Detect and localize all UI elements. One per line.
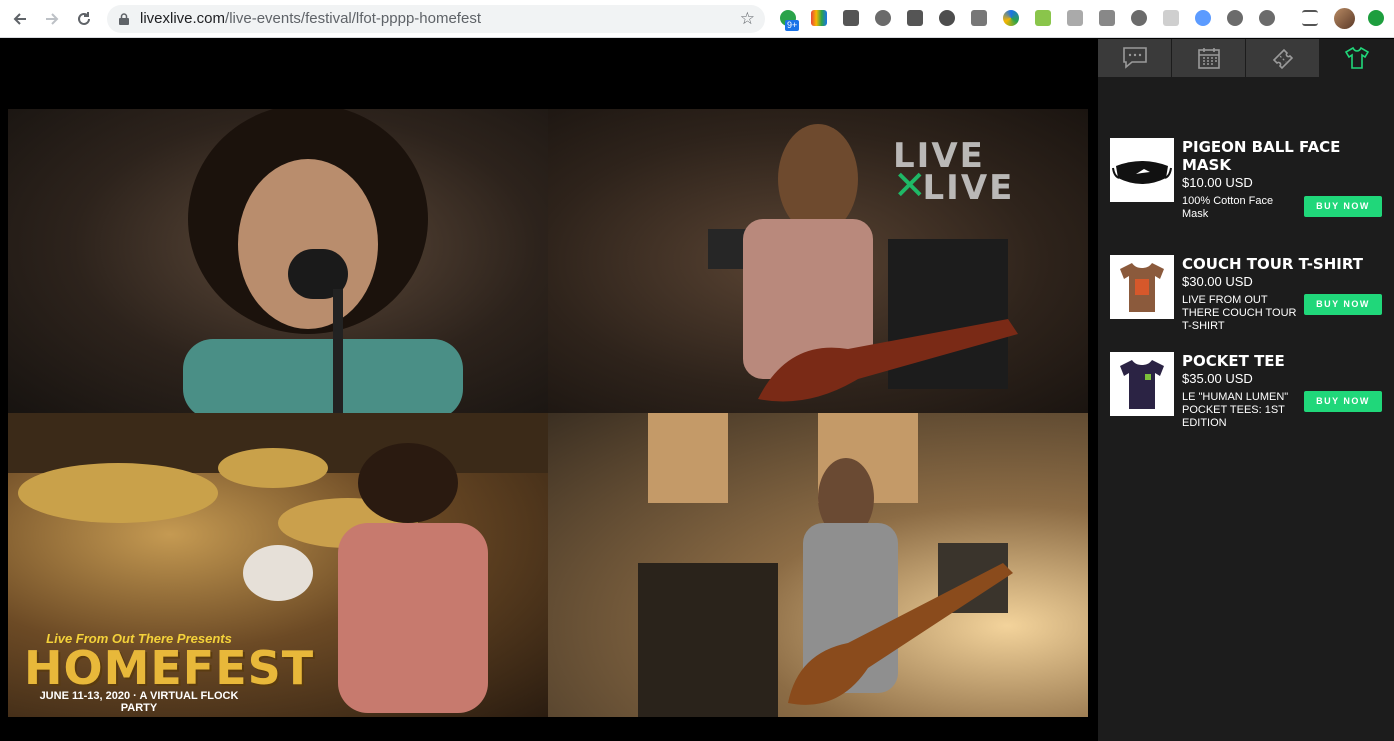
merch-description: LE "HUMAN LUMEN" POCKET TEES: 1ST EDITIO… [1182, 391, 1289, 429]
merch-price: $30.00 USD [1182, 274, 1253, 289]
homefest-subtitle: JUNE 11-13, 2020 · A VIRTUAL FLOCK PARTY [39, 690, 239, 714]
merch-title: POCKET TEE [1182, 352, 1285, 370]
forward-arrow-icon[interactable] [40, 7, 64, 31]
lock-icon [119, 13, 129, 25]
bookmark-star-icon[interactable]: ☆ [740, 9, 755, 29]
tshirt-icon [1344, 46, 1369, 69]
extension-icon[interactable] [907, 10, 923, 26]
update-icon[interactable] [1368, 10, 1384, 26]
tab-tickets[interactable] [1246, 39, 1320, 77]
product-image-couch-tour-shirt[interactable] [1110, 255, 1174, 319]
extension-icon[interactable] [1099, 10, 1115, 26]
extension-icon[interactable] [1259, 10, 1275, 26]
tab-chat[interactable] [1098, 39, 1172, 77]
browser-toolbar: livexlive.com/live-events/festival/lfot-… [0, 0, 1394, 38]
extension-icon[interactable] [971, 10, 987, 26]
extension-icon[interactable] [875, 10, 891, 26]
url-host: livexlive.com [140, 10, 226, 27]
merch-description: LIVE FROM OUT THERE COUCH TOUR T-SHIRT [1182, 294, 1297, 332]
extension-icon[interactable] [1131, 10, 1147, 26]
product-image-pocket-tee[interactable] [1110, 352, 1174, 416]
url-path: /live-events/festival/lfot-pppp-homefest [225, 10, 481, 27]
watermark-live-bottom: LIVE [922, 168, 1015, 208]
extension-icon[interactable] [1035, 10, 1051, 26]
extension-icon[interactable] [1227, 10, 1243, 26]
media-queue-icon[interactable] [1302, 10, 1318, 26]
chat-icon [1122, 47, 1147, 69]
buy-now-button[interactable]: BUY NOW [1304, 294, 1382, 315]
homefest-logo: Live From Out There Presents HOMEFEST JU… [24, 631, 315, 714]
video-feed-vocalist [8, 109, 548, 413]
merch-description: 100% Cotton Face Mask [1182, 195, 1274, 220]
extension-icon[interactable] [939, 10, 955, 26]
livexlive-watermark: LIVE ✕LIVE [893, 139, 1014, 206]
tab-schedule[interactable] [1172, 39, 1246, 77]
extension-badge: 9+ [785, 20, 800, 31]
panel-tabs [1098, 39, 1394, 77]
merch-title: COUCH TOUR T-SHIRT [1182, 255, 1363, 273]
extension-icon[interactable] [811, 10, 827, 26]
product-image-face-mask[interactable] [1110, 138, 1174, 202]
url-text: livexlive.com/live-events/festival/lfot-… [140, 10, 481, 27]
merch-price: $10.00 USD [1182, 175, 1253, 190]
video-feed-bassist [548, 413, 1088, 717]
tab-merch[interactable] [1320, 39, 1394, 77]
extension-icon[interactable] [1195, 10, 1211, 26]
video-player[interactable]: LIVE ✕LIVE Live From Out There Presents … [8, 109, 1088, 717]
buy-now-button[interactable]: BUY NOW [1304, 196, 1382, 217]
calendar-icon [1197, 48, 1220, 69]
side-panel: PIGEON BALL FACE MASK $10.00 USD 100% Co… [1098, 39, 1394, 741]
ticket-icon [1272, 48, 1293, 70]
homefest-title: HOMEFEST [24, 641, 315, 695]
buy-now-button[interactable]: BUY NOW [1304, 391, 1382, 412]
extension-icon[interactable] [1067, 10, 1083, 26]
extension-icon[interactable] [1003, 10, 1019, 26]
back-arrow-icon[interactable] [8, 7, 32, 31]
merch-title: PIGEON BALL FACE MASK [1182, 138, 1341, 174]
merch-price: $35.00 USD [1182, 371, 1253, 386]
address-bar[interactable]: livexlive.com/live-events/festival/lfot-… [107, 5, 765, 33]
reload-icon[interactable] [72, 7, 96, 31]
extension-icon[interactable] [843, 10, 859, 26]
avatar[interactable] [1334, 8, 1355, 29]
extension-icon[interactable] [1163, 10, 1179, 26]
